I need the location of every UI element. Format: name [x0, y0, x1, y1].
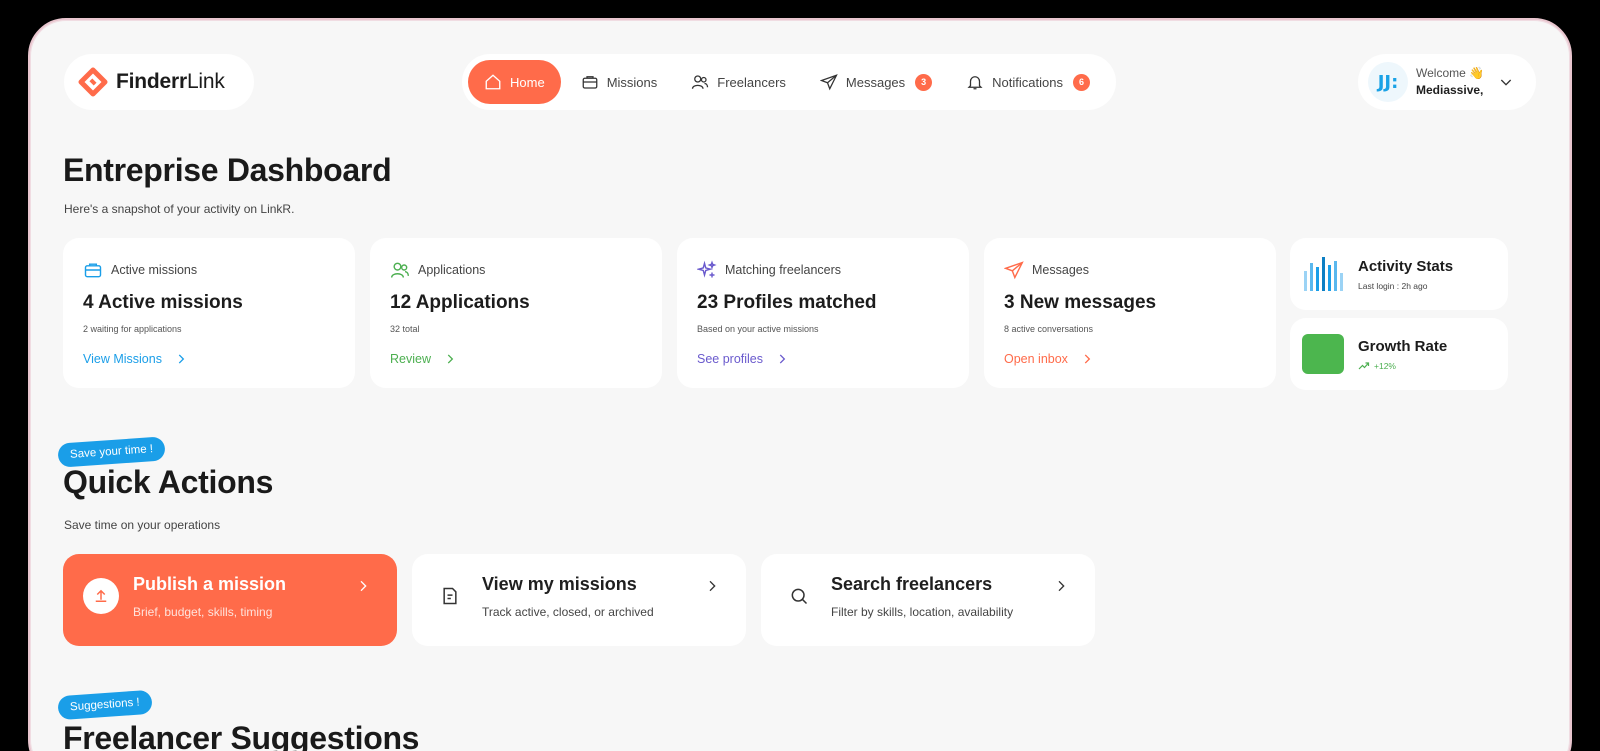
nav-messages[interactable]: Messages 3	[806, 60, 946, 104]
user-menu[interactable]: JJ: Welcome 👋 Mediassive,	[1358, 54, 1536, 110]
chevron-down-icon[interactable]	[1498, 74, 1514, 90]
stat-label: Matching freelancers	[725, 263, 842, 277]
nav-home-label: Home	[510, 74, 545, 90]
stat-note: Based on your active missions	[697, 324, 819, 334]
stat-note: 32 total	[390, 324, 420, 334]
stat-label: Applications	[418, 263, 486, 277]
stat-card-active-missions: Active missions 4 Active missions 2 wait…	[63, 238, 355, 388]
app-window: FinderrLink Home Missions Freelancers Me…	[28, 18, 1572, 751]
stat-label: Active missions	[111, 263, 198, 277]
stat-card-matching-freelancers: Matching freelancers 23 Profiles matched…	[677, 238, 969, 388]
view-my-missions-button[interactable]: View my missions Track active, closed, o…	[412, 554, 746, 646]
nav-notifications[interactable]: Notifications 6	[952, 60, 1104, 104]
nav-missions-label: Missions	[606, 74, 658, 90]
nav-home[interactable]: Home	[468, 60, 561, 104]
suggestions-title: Freelancer Suggestions	[63, 720, 420, 751]
bar-chart-icon	[1304, 257, 1343, 291]
activity-stats-card[interactable]: Activity Stats Last login : 2h ago	[1290, 238, 1508, 310]
welcome-text: Welcome 👋	[1416, 66, 1485, 80]
growth-rate-card[interactable]: Growth Rate +12%	[1290, 318, 1508, 390]
stat-card-messages: Messages 3 New messages 8 active convers…	[984, 238, 1276, 388]
review-link[interactable]: Review	[390, 352, 642, 366]
qa-title: View my missions	[482, 574, 637, 594]
chevron-right-icon	[1084, 354, 1091, 364]
send-icon	[819, 74, 838, 91]
page-title: Entreprise Dashboard	[63, 152, 392, 188]
main-nav: Home Missions Freelancers Messages 3 Not…	[462, 54, 1116, 110]
document-icon	[443, 587, 457, 605]
logo[interactable]: FinderrLink	[64, 54, 254, 110]
stat-label: Messages	[1032, 263, 1089, 277]
publish-mission-button[interactable]: Publish a mission Brief, budget, skills,…	[63, 554, 397, 646]
chevron-right-icon	[360, 580, 367, 592]
qa-title: Publish a mission	[133, 574, 287, 594]
chevron-right-icon	[709, 580, 716, 592]
quick-actions-subtitle: Save time on your operations	[64, 518, 221, 532]
save-time-tag: Save your time !	[57, 436, 166, 468]
activity-sub: Last login : 2h ago	[1358, 280, 1428, 291]
link-label: Open inbox	[1004, 352, 1068, 366]
send-icon	[1004, 261, 1024, 280]
home-icon	[485, 74, 501, 90]
nav-freelancers[interactable]: Freelancers	[677, 60, 800, 104]
nav-missions[interactable]: Missions	[567, 60, 672, 104]
link-label: See profiles	[697, 352, 764, 366]
stat-value: 4 Active missions	[83, 292, 243, 313]
user-name: Mediassive,	[1416, 83, 1484, 97]
stat-value: 3 New messages	[1004, 292, 1157, 313]
chevron-right-icon	[178, 354, 185, 364]
stat-note: 8 active conversations	[1004, 324, 1094, 334]
qa-title: Search freelancers	[831, 574, 993, 594]
stat-value: 23 Profiles matched	[697, 292, 877, 313]
stat-value: 12 Applications	[390, 292, 530, 313]
link-label: View Missions	[83, 352, 162, 366]
sparkles-icon	[697, 260, 717, 278]
brand-name: FinderrLink	[116, 70, 225, 93]
open-inbox-link[interactable]: Open inbox	[1004, 352, 1256, 366]
chevron-right-icon	[779, 354, 786, 364]
qa-desc: Track active, closed, or archived	[482, 605, 654, 619]
search-icon	[791, 588, 808, 605]
chevron-right-icon	[1058, 580, 1065, 592]
quick-actions-title: Quick Actions	[63, 464, 274, 500]
nav-notifications-label: Notifications	[992, 74, 1063, 90]
logo-icon	[78, 67, 108, 97]
link-label: Review	[390, 352, 431, 366]
users-icon	[390, 262, 410, 278]
chevron-right-icon	[447, 354, 454, 364]
avatar: JJ:	[1368, 62, 1408, 102]
nav-freelancers-label: Freelancers	[717, 74, 786, 90]
upload-icon	[95, 589, 107, 602]
growth-indicator	[1302, 334, 1344, 374]
notifications-badge: 6	[1072, 73, 1090, 91]
briefcase-icon	[84, 263, 102, 278]
page-subtitle: Here's a snapshot of your activity on Li…	[64, 202, 295, 216]
users-icon	[692, 75, 709, 89]
stat-note: 2 waiting for applications	[83, 324, 182, 334]
search-freelancers-button[interactable]: Search freelancers Filter by skills, loc…	[761, 554, 1095, 646]
qa-desc: Brief, budget, skills, timing	[133, 605, 273, 619]
see-profiles-link[interactable]: See profiles	[697, 352, 949, 366]
messages-badge: 3	[915, 73, 933, 91]
qa-desc: Filter by skills, location, availability	[831, 605, 1014, 619]
view-missions-link[interactable]: View Missions	[83, 352, 335, 366]
briefcase-icon	[582, 76, 598, 89]
stat-card-applications: Applications 12 Applications 32 total Re…	[370, 238, 662, 388]
growth-value: +12%	[1374, 360, 1396, 371]
bell-icon	[967, 76, 983, 90]
nav-messages-label: Messages	[845, 74, 906, 90]
trending-up-icon	[1358, 361, 1370, 369]
suggestions-tag: Suggestions !	[57, 689, 153, 721]
growth-title: Growth Rate	[1358, 337, 1448, 355]
activity-title: Activity Stats	[1358, 257, 1454, 275]
